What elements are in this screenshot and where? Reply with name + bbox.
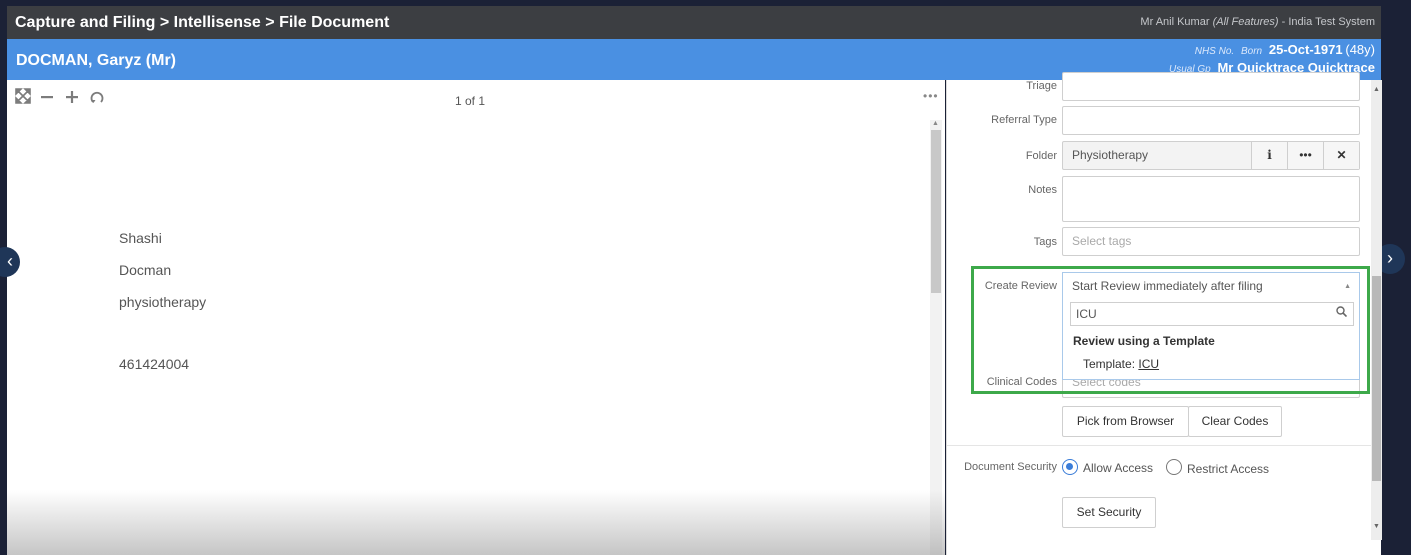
born-date: 25-Oct-1971: [1268, 42, 1343, 57]
title-bar: Capture and Filing > Intellisense > File…: [7, 6, 1381, 39]
zoom-out-icon[interactable]: [37, 88, 57, 108]
notes-label: Notes: [1028, 184, 1057, 196]
restrict-access-label[interactable]: Restrict Access: [1187, 462, 1269, 476]
info-icon[interactable]: i: [1251, 142, 1287, 169]
tags-input[interactable]: Select tags: [1062, 227, 1360, 256]
page-count: 1 of 1: [455, 94, 486, 108]
restrict-access-radio[interactable]: [1166, 459, 1182, 475]
close-icon[interactable]: ✕: [1323, 142, 1359, 169]
user-features: (All Features): [1212, 16, 1279, 28]
document-line-1: Shashi: [119, 230, 162, 246]
form-scrollbar[interactable]: ▲ ▼: [1371, 80, 1382, 540]
scrollbar-thumb[interactable]: [1372, 276, 1381, 481]
folder-input[interactable]: Physiotherapy i ••• ✕: [1062, 141, 1360, 170]
tags-placeholder: Select tags: [1072, 234, 1132, 248]
triage-input[interactable]: [1062, 72, 1360, 101]
scroll-down-arrow-icon[interactable]: ▼: [1373, 523, 1380, 530]
scroll-up-arrow-icon[interactable]: ▲: [1373, 86, 1380, 93]
document-line-3: physiotherapy: [119, 294, 207, 310]
highlight-box: [971, 266, 1370, 394]
folder-value: Physiotherapy: [1072, 148, 1149, 162]
scrollbar-thumb[interactable]: [931, 130, 941, 293]
document-line-2: Docman: [119, 262, 172, 278]
bottom-fade: [7, 490, 945, 555]
divider: [947, 445, 1371, 446]
document-line-4: 461424004: [119, 356, 190, 372]
app-window: Capture and Filing > Intellisense > File…: [0, 0, 1411, 555]
user-name: Mr Anil Kumar: [1140, 16, 1210, 28]
folder-label: Folder: [1025, 150, 1057, 162]
patient-meta-line-1: NHS No. Born 25-Oct-1971 (48y): [1195, 42, 1375, 57]
document-security-label: Document Security: [964, 461, 1057, 473]
tags-label: Tags: [1033, 236, 1057, 248]
fit-screen-icon[interactable]: [13, 88, 33, 108]
viewer-toolbar: 1 of 1 •••: [7, 80, 945, 120]
patient-name: DOCMAN, Garyz (Mr): [16, 52, 177, 69]
zoom-in-icon[interactable]: [62, 88, 82, 108]
clear-codes-button[interactable]: Clear Codes: [1188, 406, 1282, 437]
user-system: - India Test System: [1281, 16, 1375, 28]
allow-access-radio[interactable]: [1062, 459, 1078, 475]
nhs-label: NHS No.: [1194, 46, 1235, 57]
more-options-icon[interactable]: •••: [923, 89, 939, 103]
born-label: Born: [1240, 46, 1263, 57]
set-security-button[interactable]: Set Security: [1062, 497, 1156, 528]
more-icon[interactable]: •••: [1287, 142, 1323, 169]
rotate-icon[interactable]: [87, 88, 107, 108]
triage-label: Triage: [1026, 80, 1057, 92]
filing-form-panel: ▲ ▼ Triage Referral Type Folder Physioth…: [946, 72, 1382, 555]
referral-type-label: Referral Type: [991, 114, 1057, 126]
breadcrumb: Capture and Filing > Intellisense > File…: [15, 14, 390, 31]
pick-from-browser-button[interactable]: Pick from Browser: [1062, 406, 1189, 437]
notes-textarea[interactable]: [1062, 176, 1360, 222]
scroll-up-arrow-icon[interactable]: ▲: [932, 120, 939, 127]
referral-type-input[interactable]: [1062, 106, 1360, 135]
document-viewer: 1 of 1 ••• ▲ Shashi Docman physiotherapy…: [7, 80, 945, 555]
patient-age: (48y): [1345, 42, 1375, 57]
allow-access-label[interactable]: Allow Access: [1083, 461, 1153, 475]
user-info: Mr Anil Kumar (All Features) - India Tes…: [1140, 16, 1375, 28]
